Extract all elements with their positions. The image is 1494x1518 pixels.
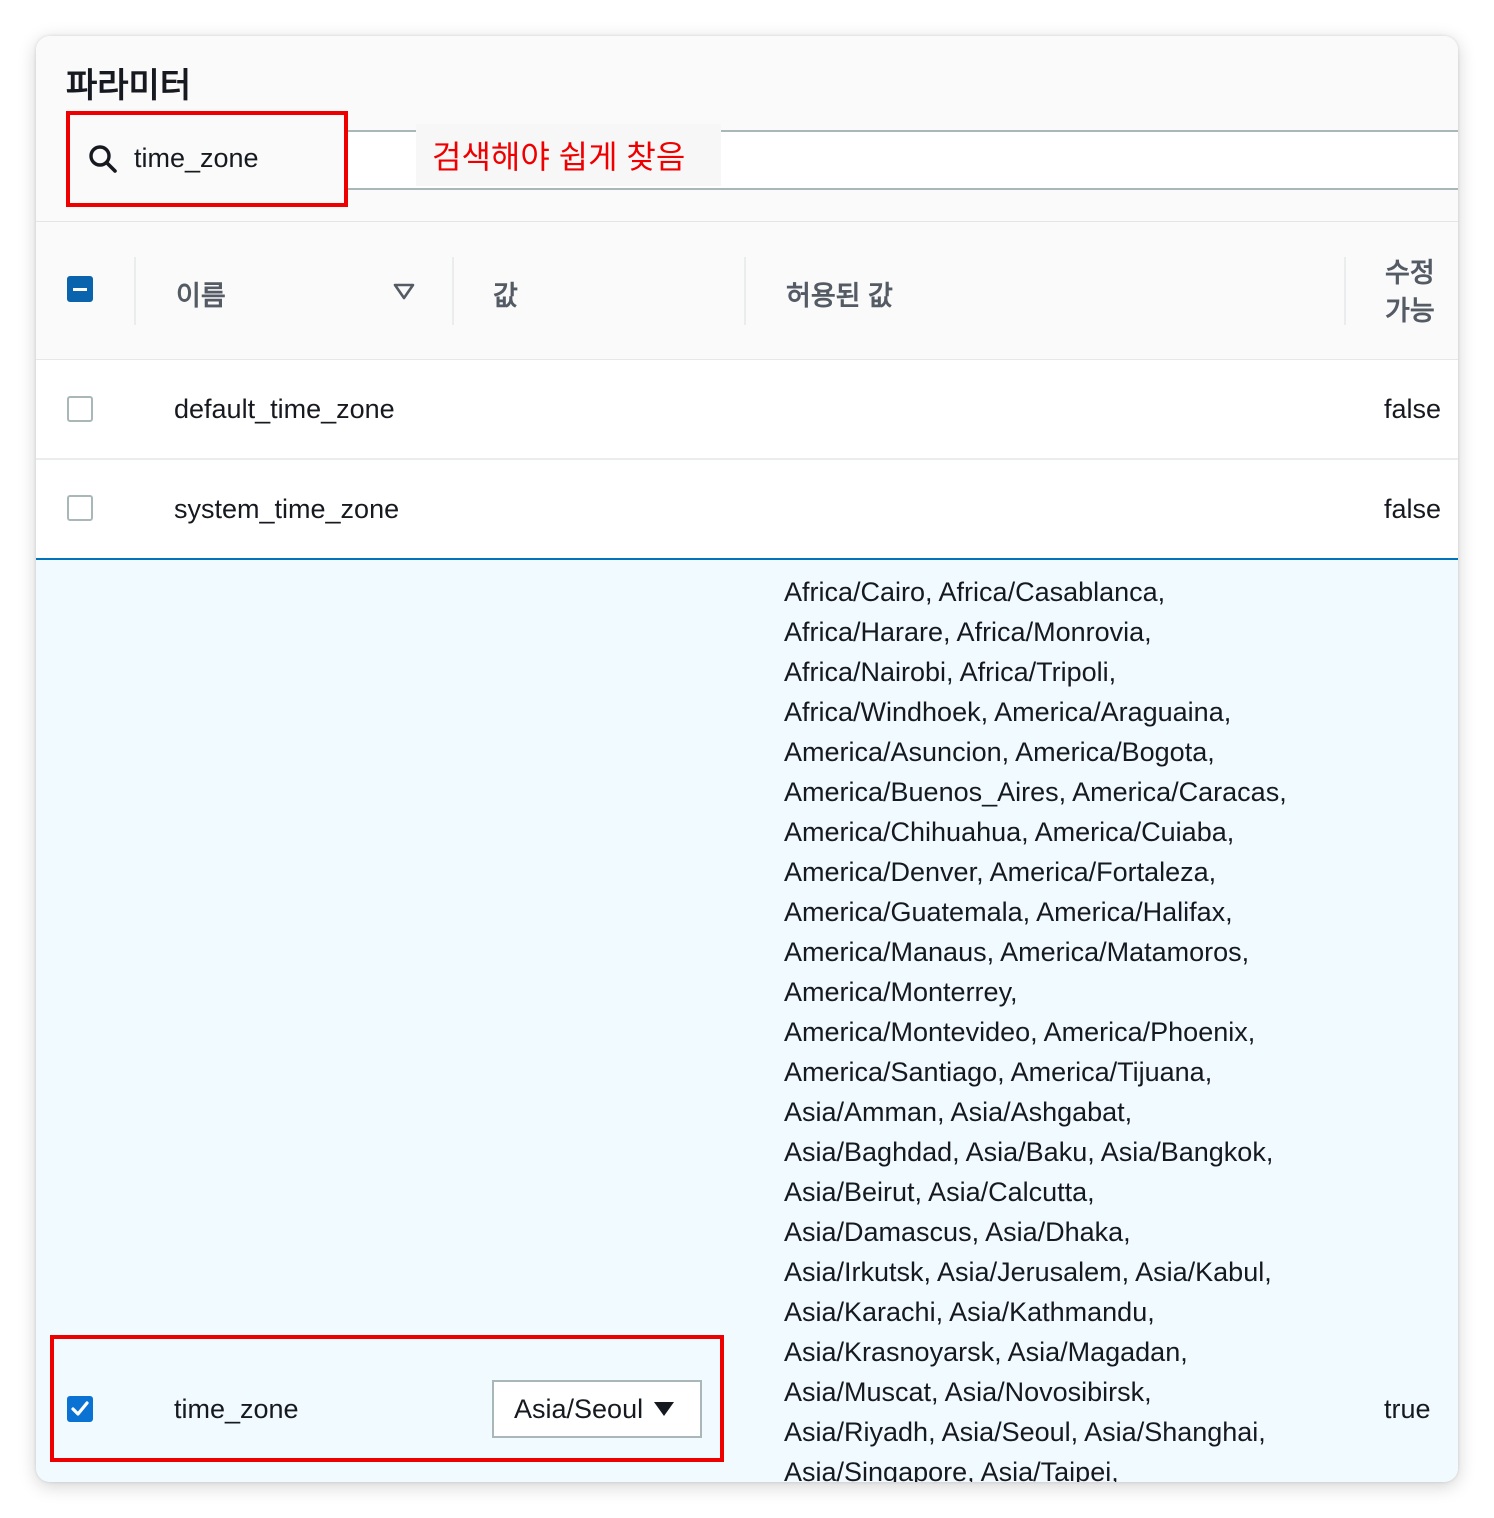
allowed-value-line: Africa/Nairobi, Africa/Tripoli, (784, 657, 1117, 687)
parameter-modifiable: false (1384, 394, 1442, 424)
allowed-value-line: America/Guatemala, America/Halifax, (784, 897, 1233, 927)
allowed-value-line: America/Buenos_Aires, America/Caracas, (784, 777, 1287, 807)
annotation-text: 검색해야 쉽게 찾음 (432, 139, 686, 175)
allowed-value-line: Africa/Windhoek, America/Araguaina, (784, 697, 1232, 727)
allowed-value-line: Asia/Beirut, Asia/Calcutta, (784, 1177, 1095, 1207)
parameter-name: system_time_zone (174, 494, 400, 524)
allowed-value-line: Africa/Harare, Africa/Monrovia, (784, 617, 1152, 647)
allowed-value-line: America/Asuncion, America/Bogota, (784, 737, 1215, 767)
allowed-value-line: America/Montevideo, America/Phoenix, (784, 1017, 1256, 1047)
column-header-modifiable[interactable]: 수정 가능 (1385, 254, 1435, 330)
table-row[interactable]: system_time_zone false (36, 460, 1458, 560)
parameter-name: default_time_zone (174, 394, 395, 424)
sort-descending-icon[interactable] (393, 283, 415, 301)
allowed-value-line: Asia/Riyadh, Asia/Seoul, Asia/Shanghai, (784, 1417, 1266, 1447)
parameters-panel: 파라미터 검색해야 쉽게 찾음 이름 값 허용된 값 수정 가능 (36, 36, 1458, 1482)
select-all-checkbox[interactable] (67, 276, 93, 302)
column-header-value[interactable]: 값 (493, 274, 518, 313)
panel-header: 파라미터 검색해야 쉽게 찾음 (36, 36, 1458, 221)
allowed-value-line: America/Santiago, America/Tijuana, (784, 1057, 1213, 1087)
allowed-value-line: America/Manaus, America/Matamoros, (784, 937, 1250, 967)
column-divider (452, 257, 454, 325)
allowed-value-line: Asia/Baghdad, Asia/Baku, Asia/Bangkok, (784, 1137, 1274, 1167)
allowed-value-line: Asia/Singapore, Asia/Taipei, (784, 1457, 1119, 1482)
panel-title: 파라미터 (66, 67, 192, 105)
allowed-value-line: Asia/Karachi, Asia/Kathmandu, (784, 1297, 1155, 1327)
allowed-value-line: America/Denver, America/Fortaleza, (784, 857, 1217, 887)
selected-row-highlight-box (50, 1335, 724, 1462)
parameter-modifiable: false (1384, 494, 1442, 524)
allowed-value-line: Asia/Krasnoyarsk, Asia/Magadan, (784, 1337, 1188, 1367)
column-divider (744, 257, 746, 325)
allowed-value-line: Asia/Muscat, Asia/Novosibirsk, (784, 1377, 1152, 1407)
column-divider (134, 257, 136, 325)
column-divider (1344, 257, 1346, 325)
allowed-value-line: America/Monterrey, (784, 977, 1018, 1007)
minus-icon (73, 288, 87, 291)
column-header-name[interactable]: 이름 (176, 274, 226, 313)
allowed-value-line: Asia/Amman, Asia/Ashgabat, (784, 1097, 1133, 1127)
table-header: 이름 값 허용된 값 수정 가능 (36, 221, 1458, 361)
column-header-modifiable-line1: 수정 (1385, 258, 1435, 288)
allowed-value-line: America/Chihuahua, America/Cuiaba, (784, 817, 1235, 847)
allowed-value-line: Asia/Irkutsk, Asia/Jerusalem, Asia/Kabul… (784, 1257, 1272, 1287)
row-checkbox[interactable] (67, 495, 93, 521)
allowed-values-list: Africa/Cairo, Africa/Casablanca, Africa/H… (784, 572, 1344, 1482)
allowed-value-line: Asia/Damascus, Asia/Dhaka, (784, 1217, 1131, 1247)
column-header-allowed-values[interactable]: 허용된 값 (786, 274, 893, 313)
allowed-value-line: Africa/Cairo, Africa/Casablanca, (784, 577, 1166, 607)
row-checkbox[interactable] (67, 396, 93, 422)
table-row[interactable]: default_time_zone false (36, 360, 1458, 460)
search-highlight-box (66, 111, 348, 207)
column-header-modifiable-line2: 가능 (1385, 296, 1435, 326)
parameter-modifiable: true (1384, 1394, 1431, 1424)
